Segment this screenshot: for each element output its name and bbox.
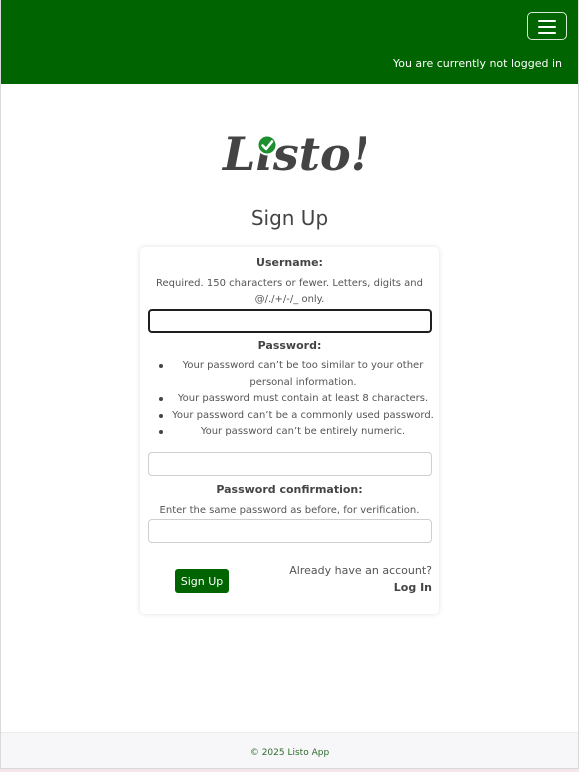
footer-copyright: © 2025 Listo App bbox=[249, 748, 330, 758]
username-input[interactable] bbox=[148, 309, 432, 333]
username-help-text: Required. 150 characters or fewer. Lette… bbox=[156, 278, 423, 305]
hamburger-icon-bar bbox=[538, 26, 556, 28]
password-rules-list: Your password can’t be too similar to yo… bbox=[156, 358, 436, 441]
password-rule-item: Your password must contain at least 8 ch… bbox=[156, 391, 436, 408]
sign-up-button[interactable]: Sign Up bbox=[175, 569, 229, 593]
password-rule-item: Your password can’t be a commonly used p… bbox=[156, 408, 436, 425]
password-rule-item: Your password can’t be too similar to yo… bbox=[156, 358, 436, 391]
logo-text: Listo! bbox=[221, 127, 366, 180]
password-rule-item: Your password can’t be entirely numeric. bbox=[156, 424, 436, 441]
account-question-text: Already have an account? bbox=[289, 564, 432, 577]
navbar: You are currently not logged in bbox=[1, 0, 578, 84]
bullet-icon bbox=[159, 430, 163, 434]
log-in-link[interactable]: Log In bbox=[394, 581, 432, 594]
bullet-icon bbox=[159, 397, 163, 401]
password-confirmation-input[interactable] bbox=[148, 519, 432, 543]
check-circle-icon bbox=[256, 134, 278, 156]
bullet-icon bbox=[159, 413, 163, 418]
bullet-icon bbox=[159, 364, 163, 368]
listo-logo: Listo! bbox=[221, 127, 366, 180]
page-root: You are currently not logged in Listo! S… bbox=[0, 0, 579, 769]
page-title: Sign Up bbox=[250, 206, 329, 230]
password-rule-text: Your password must contain at least 8 ch… bbox=[177, 393, 429, 404]
password-rule-text: Your password can’t be a commonly used p… bbox=[172, 409, 434, 421]
signup-form-card: Username: Required. 150 characters or fe… bbox=[140, 247, 439, 614]
login-status-text: You are currently not logged in bbox=[392, 57, 562, 70]
footer: © 2025 Listo App bbox=[1, 732, 578, 768]
hamburger-icon bbox=[538, 20, 556, 22]
password-rule-text: Your password can’t be too similar to yo… bbox=[182, 360, 424, 388]
hamburger-icon-bar bbox=[538, 32, 556, 34]
password-label: Password: bbox=[257, 339, 322, 352]
username-label: Username: bbox=[256, 256, 323, 269]
password-rule-text: Your password can’t be entirely numeric. bbox=[200, 426, 406, 437]
password-confirmation-help-text: Enter the same password as before, for v… bbox=[159, 505, 420, 516]
password-input[interactable] bbox=[148, 452, 432, 476]
password-confirmation-label: Password confirmation: bbox=[216, 483, 363, 496]
navbar-toggle-button[interactable] bbox=[527, 12, 567, 40]
